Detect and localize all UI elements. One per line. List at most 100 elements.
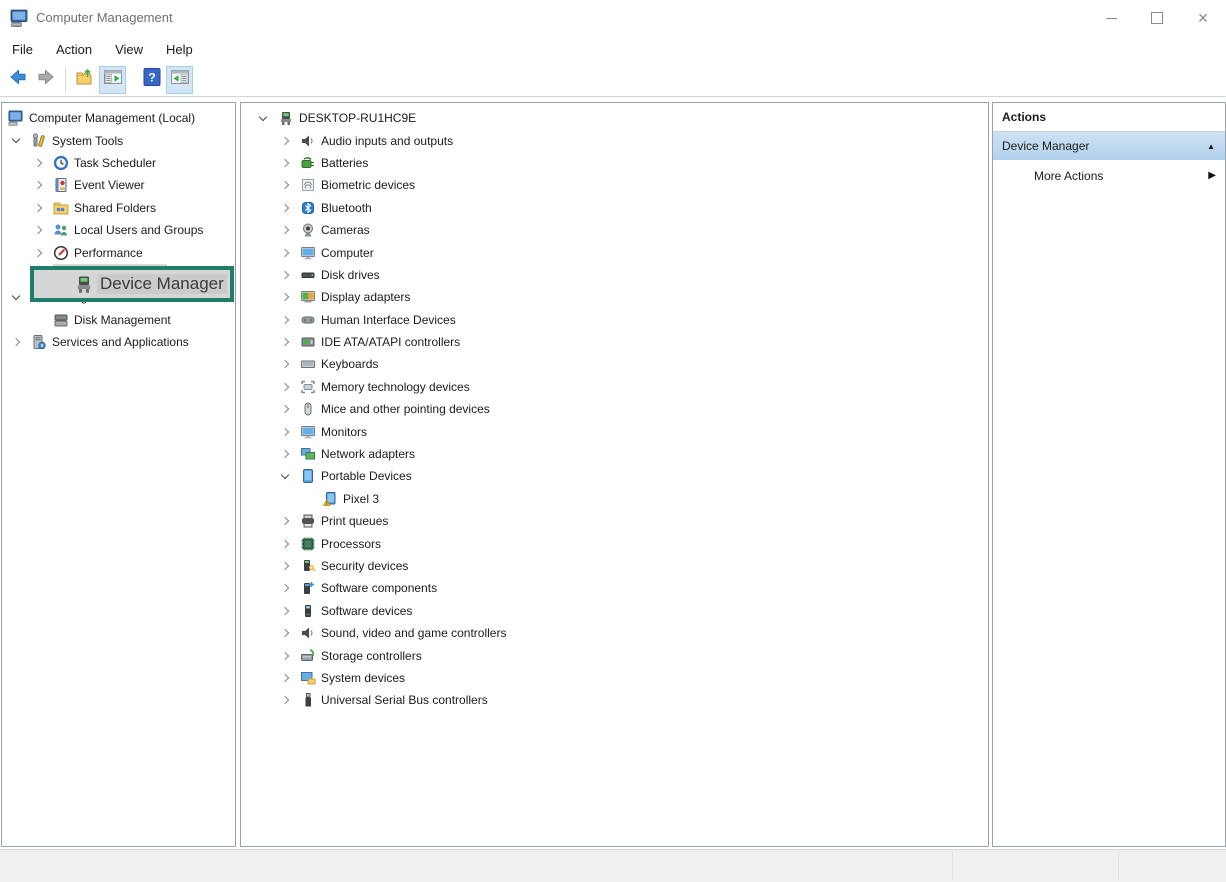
tree-item-desktop-ru1hc9e[interactable]: DESKTOP-RU1HC9E	[241, 107, 988, 129]
back-button[interactable]	[4, 66, 31, 94]
expand-chevron-icon[interactable]	[279, 541, 300, 547]
more-actions-label: More Actions	[1034, 169, 1103, 183]
app-icon	[10, 9, 28, 27]
forward-button[interactable]	[32, 66, 59, 94]
show-console-tree-button[interactable]	[99, 66, 126, 94]
collapse-chevron-icon[interactable]	[10, 139, 31, 142]
minimize-button[interactable]	[1088, 0, 1134, 36]
help-button[interactable]: ?	[138, 66, 165, 94]
expand-chevron-icon[interactable]	[279, 384, 300, 390]
menu-file[interactable]: File	[12, 42, 33, 57]
collapse-arrow-icon[interactable]: ▲	[1207, 142, 1215, 151]
tree-item-storage-controllers[interactable]: Storage controllers	[241, 644, 988, 666]
tree-item-ide-ata-atapi-controllers[interactable]: IDE ATA/ATAPI controllers	[241, 331, 988, 353]
tree-item-computer-management-local[interactable]: Computer Management (Local)	[2, 107, 235, 129]
collapse-chevron-icon[interactable]	[10, 296, 31, 299]
expand-chevron-icon[interactable]	[279, 451, 300, 457]
console-tree-icon	[103, 67, 123, 92]
tree-item-task-scheduler[interactable]: Task Scheduler	[2, 152, 235, 174]
tree-item-sound-video-and-game-controllers[interactable]: Sound, video and game controllers	[241, 622, 988, 644]
expand-chevron-icon[interactable]	[279, 585, 300, 591]
tree-item-display-adapters[interactable]: Display adapters	[241, 286, 988, 308]
tree-item-human-interface-devices[interactable]: Human Interface Devices	[241, 309, 988, 331]
tree-item-universal-serial-bus-controllers[interactable]: Universal Serial Bus controllers	[241, 689, 988, 711]
expand-chevron-icon[interactable]	[279, 272, 300, 278]
tree-item-label: Storage controllers	[319, 649, 422, 663]
tree-item-services-and-applications[interactable]: Services and Applications	[2, 331, 235, 353]
tree-item-label: Software components	[319, 581, 437, 595]
tree-item-cameras[interactable]: Cameras	[241, 219, 988, 241]
expand-chevron-icon[interactable]	[279, 138, 300, 144]
tree-item-shared-folders[interactable]: Shared Folders	[2, 197, 235, 219]
menu-help[interactable]: Help	[166, 42, 193, 57]
expand-chevron-icon[interactable]	[279, 339, 300, 345]
collapse-chevron-icon[interactable]	[279, 475, 300, 478]
expand-chevron-icon[interactable]	[10, 339, 31, 345]
expand-chevron-icon[interactable]	[279, 675, 300, 681]
expand-chevron-icon[interactable]	[279, 429, 300, 435]
tree-item-event-viewer[interactable]: Event Viewer	[2, 174, 235, 196]
expand-chevron-icon[interactable]	[279, 608, 300, 614]
tree-item-computer[interactable]: Computer	[241, 241, 988, 263]
expand-chevron-icon[interactable]	[279, 406, 300, 412]
tree-item-network-adapters[interactable]: Network adapters	[241, 443, 988, 465]
expand-chevron-icon[interactable]	[32, 182, 53, 188]
tree-item-mice-and-other-pointing-devices[interactable]: Mice and other pointing devices	[241, 398, 988, 420]
expand-chevron-icon[interactable]	[279, 653, 300, 659]
security-device-icon	[300, 558, 319, 574]
menu-view[interactable]: View	[115, 42, 143, 57]
expand-chevron-icon[interactable]	[32, 227, 53, 233]
tree-item-memory-technology-devices[interactable]: Memory technology devices	[241, 376, 988, 398]
tree-item-software-components[interactable]: Software components	[241, 577, 988, 599]
expand-chevron-icon[interactable]	[279, 563, 300, 569]
expand-chevron-icon[interactable]	[279, 361, 300, 367]
tree-item-label: Computer Management (Local)	[27, 111, 195, 125]
expand-chevron-icon[interactable]	[279, 205, 300, 211]
expand-chevron-icon[interactable]	[32, 160, 53, 166]
desktop-computer-icon	[278, 110, 297, 126]
task-scheduler-icon	[53, 155, 72, 171]
tree-item-system-tools[interactable]: System Tools	[2, 129, 235, 151]
tree-item-pixel-3[interactable]: Pixel 3	[241, 488, 988, 510]
tree-item-disk-drives[interactable]: Disk drives	[241, 264, 988, 286]
forward-arrow-icon	[36, 67, 56, 92]
tree-item-audio-inputs-and-outputs[interactable]: Audio inputs and outputs	[241, 129, 988, 151]
more-actions-item[interactable]: More Actions ▶	[993, 160, 1225, 191]
expand-chevron-icon[interactable]	[279, 160, 300, 166]
tree-item-processors[interactable]: Processors	[241, 532, 988, 554]
tree-item-portable-devices[interactable]: Portable Devices	[241, 465, 988, 487]
expand-chevron-icon[interactable]	[279, 317, 300, 323]
tree-item-performance[interactable]: Performance	[2, 241, 235, 263]
up-one-level-button[interactable]	[71, 66, 98, 94]
show-action-pane-button[interactable]	[166, 66, 193, 94]
tree-item-print-queues[interactable]: Print queues	[241, 510, 988, 532]
tree-item-disk-management[interactable]: Disk Management	[2, 309, 235, 331]
expand-chevron-icon[interactable]	[279, 294, 300, 300]
maximize-button[interactable]	[1134, 0, 1180, 36]
actions-group-device-manager[interactable]: Device Manager ▲	[993, 132, 1225, 160]
expand-chevron-icon[interactable]	[279, 182, 300, 188]
tree-item-security-devices[interactable]: Security devices	[241, 555, 988, 577]
tree-item-monitors[interactable]: Monitors	[241, 420, 988, 442]
expand-chevron-icon[interactable]	[279, 630, 300, 636]
collapse-chevron-icon[interactable]	[257, 117, 278, 120]
tree-item-label: Task Scheduler	[72, 156, 156, 170]
tree-item-label: Network adapters	[319, 447, 415, 461]
close-button[interactable]: ×	[1180, 0, 1226, 36]
tree-item-bluetooth[interactable]: Bluetooth	[241, 197, 988, 219]
expand-chevron-icon[interactable]	[279, 250, 300, 256]
expand-chevron-icon[interactable]	[32, 250, 53, 256]
tree-item-system-devices[interactable]: System devices	[241, 667, 988, 689]
tree-item-local-users-and-groups[interactable]: Local Users and Groups	[2, 219, 235, 241]
expand-chevron-icon[interactable]	[279, 227, 300, 233]
expand-chevron-icon[interactable]	[32, 205, 53, 211]
console-tree-panel: Computer Management (Local) System Tools T…	[1, 102, 236, 847]
menu-action[interactable]: Action	[56, 42, 92, 57]
tree-item-biometric-devices[interactable]: Biometric devices	[241, 174, 988, 196]
tree-item-keyboards[interactable]: Keyboards	[241, 353, 988, 375]
expand-chevron-icon[interactable]	[279, 518, 300, 524]
expand-chevron-icon[interactable]	[279, 697, 300, 703]
tree-item-batteries[interactable]: Batteries	[241, 152, 988, 174]
tree-item-software-devices[interactable]: Software devices	[241, 600, 988, 622]
keyboard-icon	[300, 356, 319, 372]
